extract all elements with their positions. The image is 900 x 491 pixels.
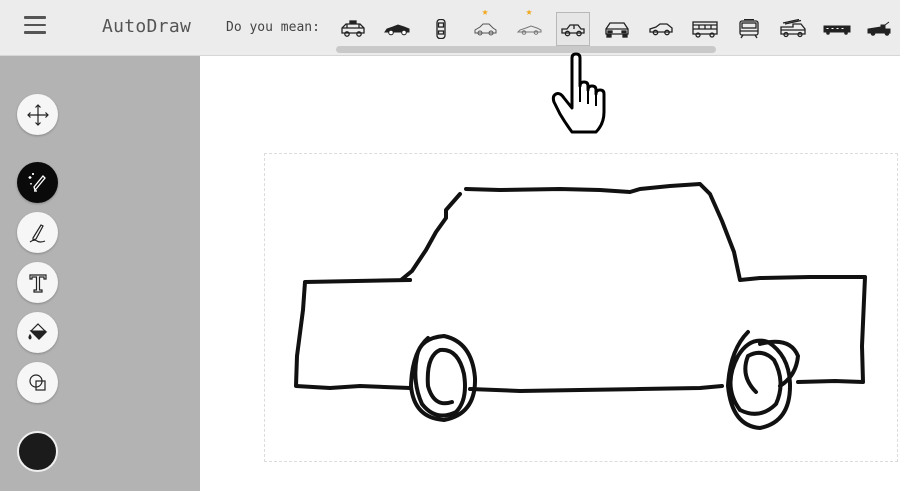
- bus-icon: [692, 21, 718, 38]
- suggestion-tow-truck[interactable]: [864, 12, 898, 46]
- suggestion-tram[interactable]: [732, 12, 766, 46]
- tow-truck-icon: [867, 21, 891, 36]
- car-front-icon: [605, 22, 629, 38]
- text-icon: [28, 273, 47, 293]
- rear-wheel-stroke: [726, 330, 800, 430]
- train-icon: [823, 25, 851, 35]
- front-wheel-stroke: [409, 334, 478, 422]
- paint-bucket-icon: [27, 322, 47, 340]
- car-top-view-icon: [436, 19, 446, 39]
- star-icon: ★: [481, 10, 489, 18]
- magic-pencil-icon: [28, 172, 46, 192]
- sedan-icon: [561, 24, 585, 37]
- hatchback-icon: [649, 23, 673, 36]
- car-window-stroke: [399, 192, 462, 282]
- top-bar: AutoDraw Do you mean: ★ ★: [0, 0, 900, 56]
- suggestion-strip: ★ ★: [332, 10, 900, 46]
- suggestion-sedan[interactable]: [556, 12, 590, 46]
- sports-car-icon: [384, 24, 410, 36]
- color-picker-button[interactable]: [17, 431, 58, 472]
- tram-icon: [739, 19, 759, 39]
- star-icon: ★: [525, 10, 533, 18]
- app-title: AutoDraw: [102, 16, 192, 37]
- suggestion-bus[interactable]: [688, 12, 722, 46]
- suggestion-scrollbar[interactable]: [336, 46, 716, 53]
- police-car-icon: [341, 20, 365, 37]
- suggestion-sports-car[interactable]: [380, 12, 414, 46]
- select-tool-button[interactable]: [17, 94, 58, 135]
- autodraw-tool-button[interactable]: [17, 162, 58, 203]
- suggestion-car-top-view[interactable]: [424, 12, 458, 46]
- suggestion-car-front[interactable]: [600, 12, 634, 46]
- sports-car-outline-icon: [516, 25, 542, 35]
- shape-tool-button[interactable]: [17, 362, 58, 403]
- suggestion-train[interactable]: [820, 12, 854, 46]
- suggestion-car-outline[interactable]: ★: [468, 10, 502, 46]
- move-arrows-icon: [26, 103, 49, 126]
- do-you-mean-label: Do you mean:: [226, 20, 320, 35]
- car-body-stroke: [294, 182, 867, 393]
- suggestion-sports-car-outline[interactable]: ★: [512, 10, 546, 46]
- car-outline-icon: [474, 23, 497, 36]
- suggestion-fire-truck[interactable]: [776, 12, 810, 46]
- hamburger-menu-icon[interactable]: [24, 16, 48, 38]
- shapes-icon: [28, 373, 46, 391]
- fire-truck-icon: [780, 19, 806, 38]
- suggestion-police-car[interactable]: [336, 12, 370, 46]
- car-sketch: [294, 182, 867, 430]
- pen-icon: [29, 223, 45, 243]
- fill-tool-button[interactable]: [17, 312, 58, 353]
- draw-tool-button[interactable]: [17, 212, 58, 253]
- drawing-canvas[interactable]: [200, 56, 900, 491]
- tool-sidebar: [0, 56, 200, 491]
- type-tool-button[interactable]: [17, 262, 58, 303]
- suggestion-hatchback[interactable]: [644, 12, 678, 46]
